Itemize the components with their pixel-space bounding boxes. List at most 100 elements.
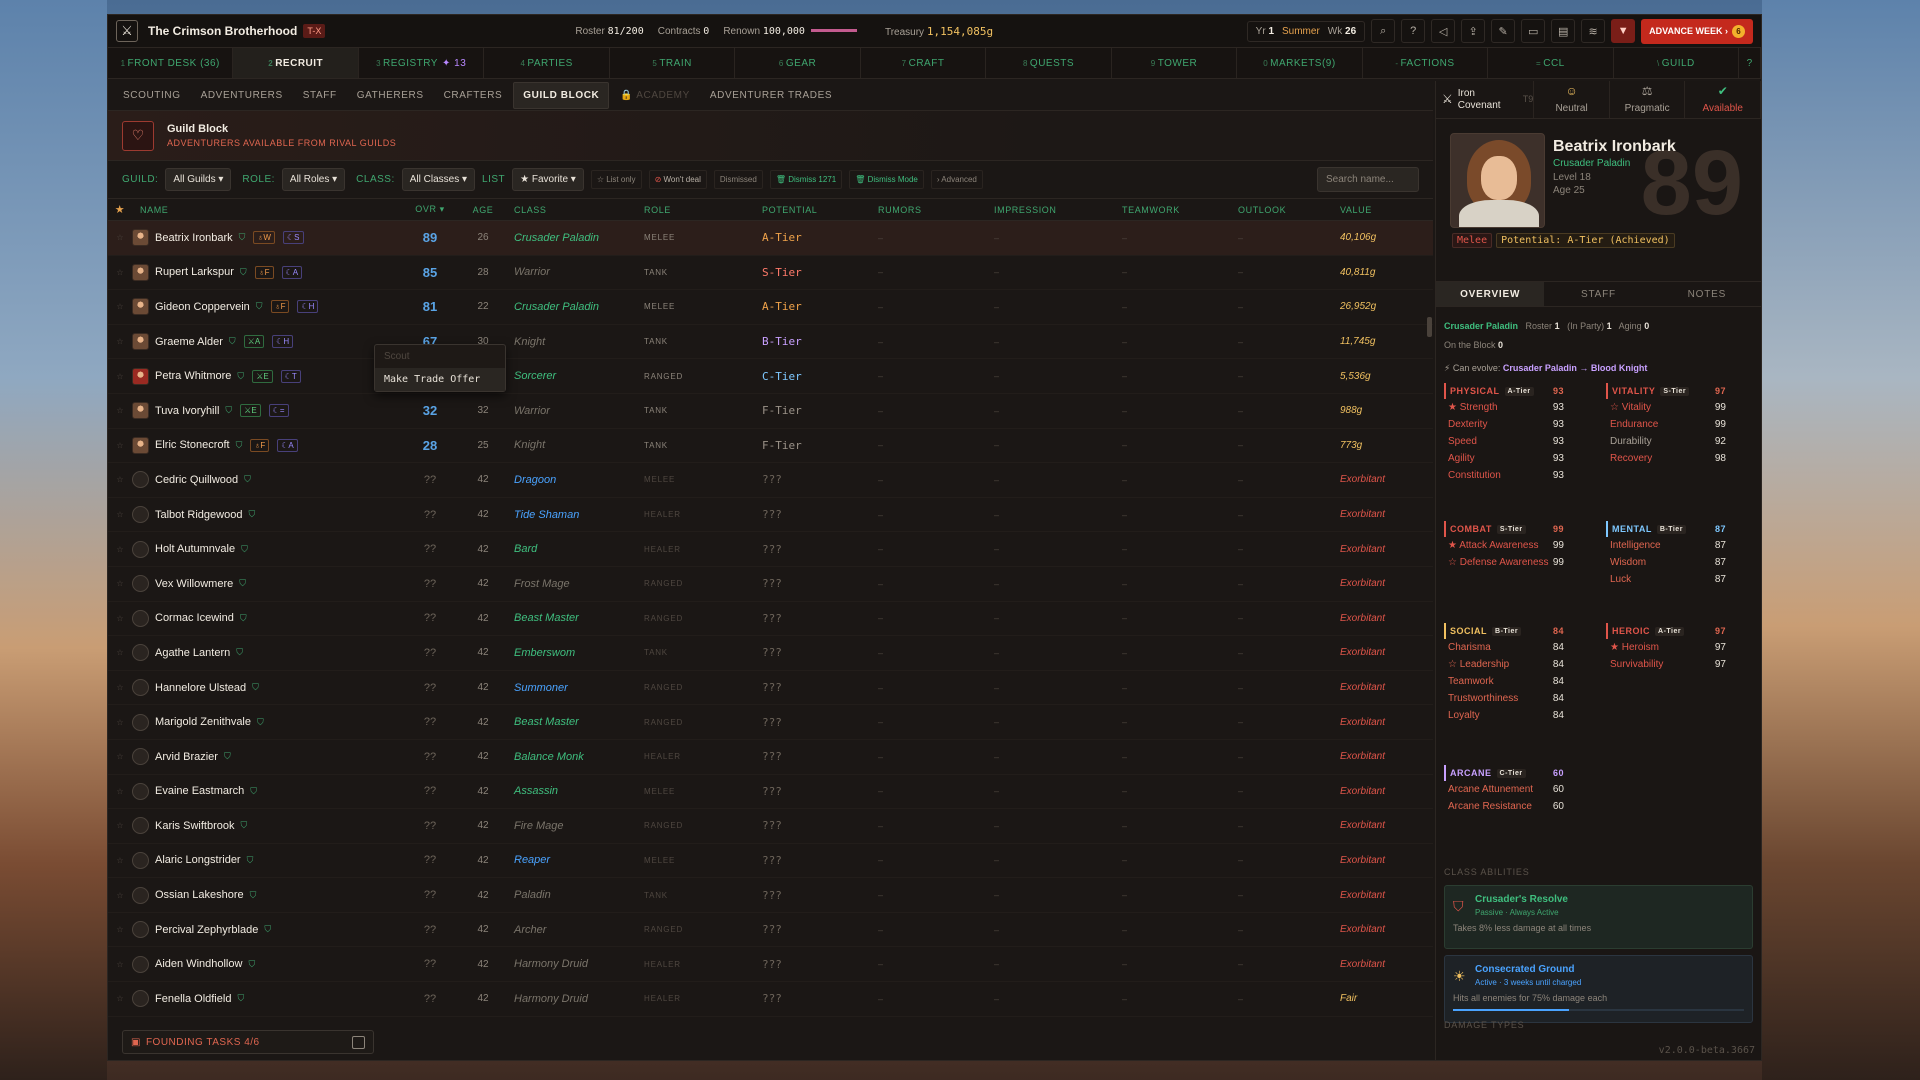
attribute-row[interactable]: Recovery 98 [1606,450,1726,467]
table-row[interactable]: ☆ Beatrix Ironbark ⛉ ♁W ☾S 89 26 Crusader … [108,221,1433,256]
sound-icon[interactable]: ◁ [1431,19,1456,43]
favorite-star-icon[interactable]: ☆ [108,372,132,381]
favorite-star-icon[interactable]: ☆ [108,718,132,727]
table-row[interactable]: ☆ Alaric Longstrider ⛉ ?? 42 Reaper MELE… [108,844,1433,879]
tab-notes[interactable]: NOTES [1653,282,1761,306]
attribute-row[interactable]: Durability 92 [1606,433,1726,450]
table-row[interactable]: ☆ Evaine Eastmarch ⛉ ?? 42 Assassin MELE… [108,775,1433,810]
search-input[interactable]: Search name... [1317,167,1419,192]
crossed-swords-icon[interactable]: ⚔ [116,20,138,42]
faction-tab[interactable]: ⚔ Iron Covenant T9 [1436,81,1535,118]
main-tab-tower[interactable]: 9 TOWER [1112,48,1238,78]
subtab-scouting[interactable]: SCOUTING [114,83,190,108]
col-class[interactable]: CLASS [508,205,644,215]
favorite-star-icon[interactable]: ☆ [108,787,132,796]
attribute-row[interactable]: Agility 93 [1444,450,1564,467]
subtab-adventurer-trades[interactable]: ADVENTURER TRADES [701,83,841,108]
favorite-star-icon[interactable]: ☆ [108,545,132,554]
main-tab-recruit[interactable]: 2 RECRUIT [233,48,359,78]
table-row[interactable]: ☆ Graeme Alder ⛉ ⚔A ☾H 67 30 Knight TANK B… [108,325,1433,360]
subtab-guild-block[interactable]: GUILD BLOCK [513,82,610,109]
favorite-star-icon[interactable]: ☆ [108,891,132,900]
subtab-crafters[interactable]: CRAFTERS [435,83,512,108]
class-filter-select[interactable]: All Classes ▾ [401,168,476,191]
favorite-star-icon[interactable]: ☆ [108,475,132,484]
col-rumors[interactable]: RUMORS [878,205,994,215]
attribute-row[interactable]: ☆ Vitality 99 [1606,399,1726,416]
attribute-row[interactable]: Endurance 99 [1606,416,1726,433]
dismiss-count-button[interactable]: 🗑 Dismiss 1271 [769,170,843,189]
founding-tasks-checkbox[interactable] [352,1035,365,1049]
table-row[interactable]: ☆ Tuva Ivoryhill ⛉ ⚔E ☾= 32 32 Warrior TAN… [108,394,1433,429]
favorite-star-icon[interactable]: ☆ [108,648,132,657]
dismissed-toggle[interactable]: Dismissed [713,170,763,189]
col-age[interactable]: AGE [458,205,508,215]
save-icon[interactable]: ▤ [1551,19,1576,43]
dismiss-mode-button[interactable]: 🗑 Dismiss Mode [849,170,924,189]
favorite-star-icon[interactable]: ☆ [108,579,132,588]
col-outlook[interactable]: OUTLOOK [1238,205,1336,215]
favorite-star-icon[interactable]: ☆ [108,821,132,830]
favorite-star-icon[interactable]: ☆ [108,856,132,865]
attribute-row[interactable]: Arcane Resistance 60 [1444,798,1564,815]
table-row[interactable]: ☆ Hannelore Ulstead ⛉ ?? 42 Summoner RAN… [108,671,1433,706]
attribute-row[interactable]: Dexterity 93 [1444,416,1564,433]
attribute-row[interactable]: ☆ Defense Awareness 99 [1444,554,1564,571]
attribute-row[interactable]: ★ Attack Awareness 99 [1444,537,1564,554]
attribute-row[interactable]: Loyalty 84 [1444,707,1564,724]
subtab-staff[interactable]: STAFF [294,83,346,108]
edit-icon[interactable]: ✎ [1491,19,1516,43]
book-icon[interactable]: ▭ [1521,19,1546,43]
table-row[interactable]: ☆ Holt Autumnvale ⛉ ?? 42 Bard HEALER ??… [108,532,1433,567]
ability-card[interactable]: ⛉ Crusader's Resolve Passive · Always Ac… [1444,885,1753,949]
col-value[interactable]: VALUE [1336,205,1433,215]
col-ovr[interactable]: OVR ▾ [402,204,458,215]
favorite-star-icon[interactable]: ☆ [108,752,132,761]
table-row[interactable]: ☆ Karis Swiftbrook ⛉ ?? 42 Fire Mage RAN… [108,809,1433,844]
main-tab-craft[interactable]: 7 CRAFT [861,48,987,78]
tab-staff[interactable]: STAFF [1544,282,1652,306]
table-row[interactable]: ☆ Talbot Ridgewood ⛉ ?? 42 Tide Shaman H… [108,498,1433,533]
main-tab-markets[interactable]: 0 MARKETS(9) [1237,48,1363,78]
table-row[interactable]: ☆ Agathe Lantern ⛉ ?? 42 Emberswom TANK … [108,636,1433,671]
table-row[interactable]: ☆ Arvid Brazier ⛉ ?? 42 Balance Monk HEA… [108,740,1433,775]
favorite-star-icon[interactable]: ☆ [108,683,132,692]
favorite-star-icon[interactable]: ☆ [108,233,132,242]
guild-filter-select[interactable]: All Guilds ▾ [165,168,232,191]
main-tab-ccl[interactable]: = CCL [1488,48,1614,78]
main-tab-factions[interactable]: - FACTIONS [1363,48,1489,78]
attribute-row[interactable]: Luck 87 [1606,571,1726,588]
favorite-column-icon[interactable]: ★ [108,203,132,216]
favorite-star-icon[interactable]: ☆ [108,337,132,346]
col-name[interactable]: NAME [132,205,402,215]
attribute-row[interactable]: Intelligence 87 [1606,537,1726,554]
evolve-hint[interactable]: ⚡ Can evolve: Crusader Paladin → Blood K… [1444,363,1647,374]
favorite-star-icon[interactable]: ☆ [108,994,132,1003]
advanced-filters-button[interactable]: › Advanced [930,170,983,189]
advance-week-button[interactable]: ADVANCE WEEK › 6 [1641,18,1753,44]
make-trade-offer-menu-item[interactable]: Make Trade Offer [375,368,505,391]
col-potential[interactable]: POTENTIAL [762,205,878,215]
table-row[interactable]: ☆ Petra Whitmore ⛉⚔E☾T 57 39 Sorcerer RA… [108,359,1433,394]
favorite-star-icon[interactable]: ☆ [108,510,132,519]
table-row[interactable]: ☆ Vex Willowmere ⛉ ?? 42 Frost Mage RANG… [108,567,1433,602]
table-row[interactable]: ☆ Ossian Lakeshore ⛉ ?? 42 Paladin TANK … [108,878,1433,913]
subtab-adventurers[interactable]: ADVENTURERS [192,83,292,108]
main-tab-front-desk[interactable]: 1 FRONT DESK (36) [108,48,234,78]
list-only-toggle[interactable]: ☆ List only [590,170,642,189]
favorite-star-icon[interactable]: ☆ [108,268,132,277]
attribute-row[interactable]: Speed 93 [1444,433,1564,450]
attribute-row[interactable]: Constitution 93 [1444,467,1564,484]
attribute-row[interactable]: Wisdom 87 [1606,554,1726,571]
help-circle-icon[interactable]: ? [1739,48,1761,78]
scrollbar-thumb[interactable] [1427,317,1432,337]
main-tab-parties[interactable]: 4 PARTIES [484,48,610,78]
table-row[interactable]: ☆ Marigold Zenithvale ⛉ ?? 42 Beast Mast… [108,705,1433,740]
style-tab[interactable]: ⚖ Pragmatic [1610,81,1686,118]
table-row[interactable]: ☆ Gideon Coppervein ⛉ ♁F ☾H 81 22 Crusader… [108,290,1433,325]
settings-icon[interactable]: ≋ [1581,19,1606,43]
table-row[interactable]: ☆ Elric Stonecroft ⛉ ♁F ☾A 28 25 Knight TA… [108,429,1433,464]
attribute-row[interactable]: Teamwork 84 [1444,673,1564,690]
main-tab-guild[interactable]: \ GUILD [1614,48,1740,78]
main-tab-train[interactable]: 5 TRAIN [610,48,736,78]
